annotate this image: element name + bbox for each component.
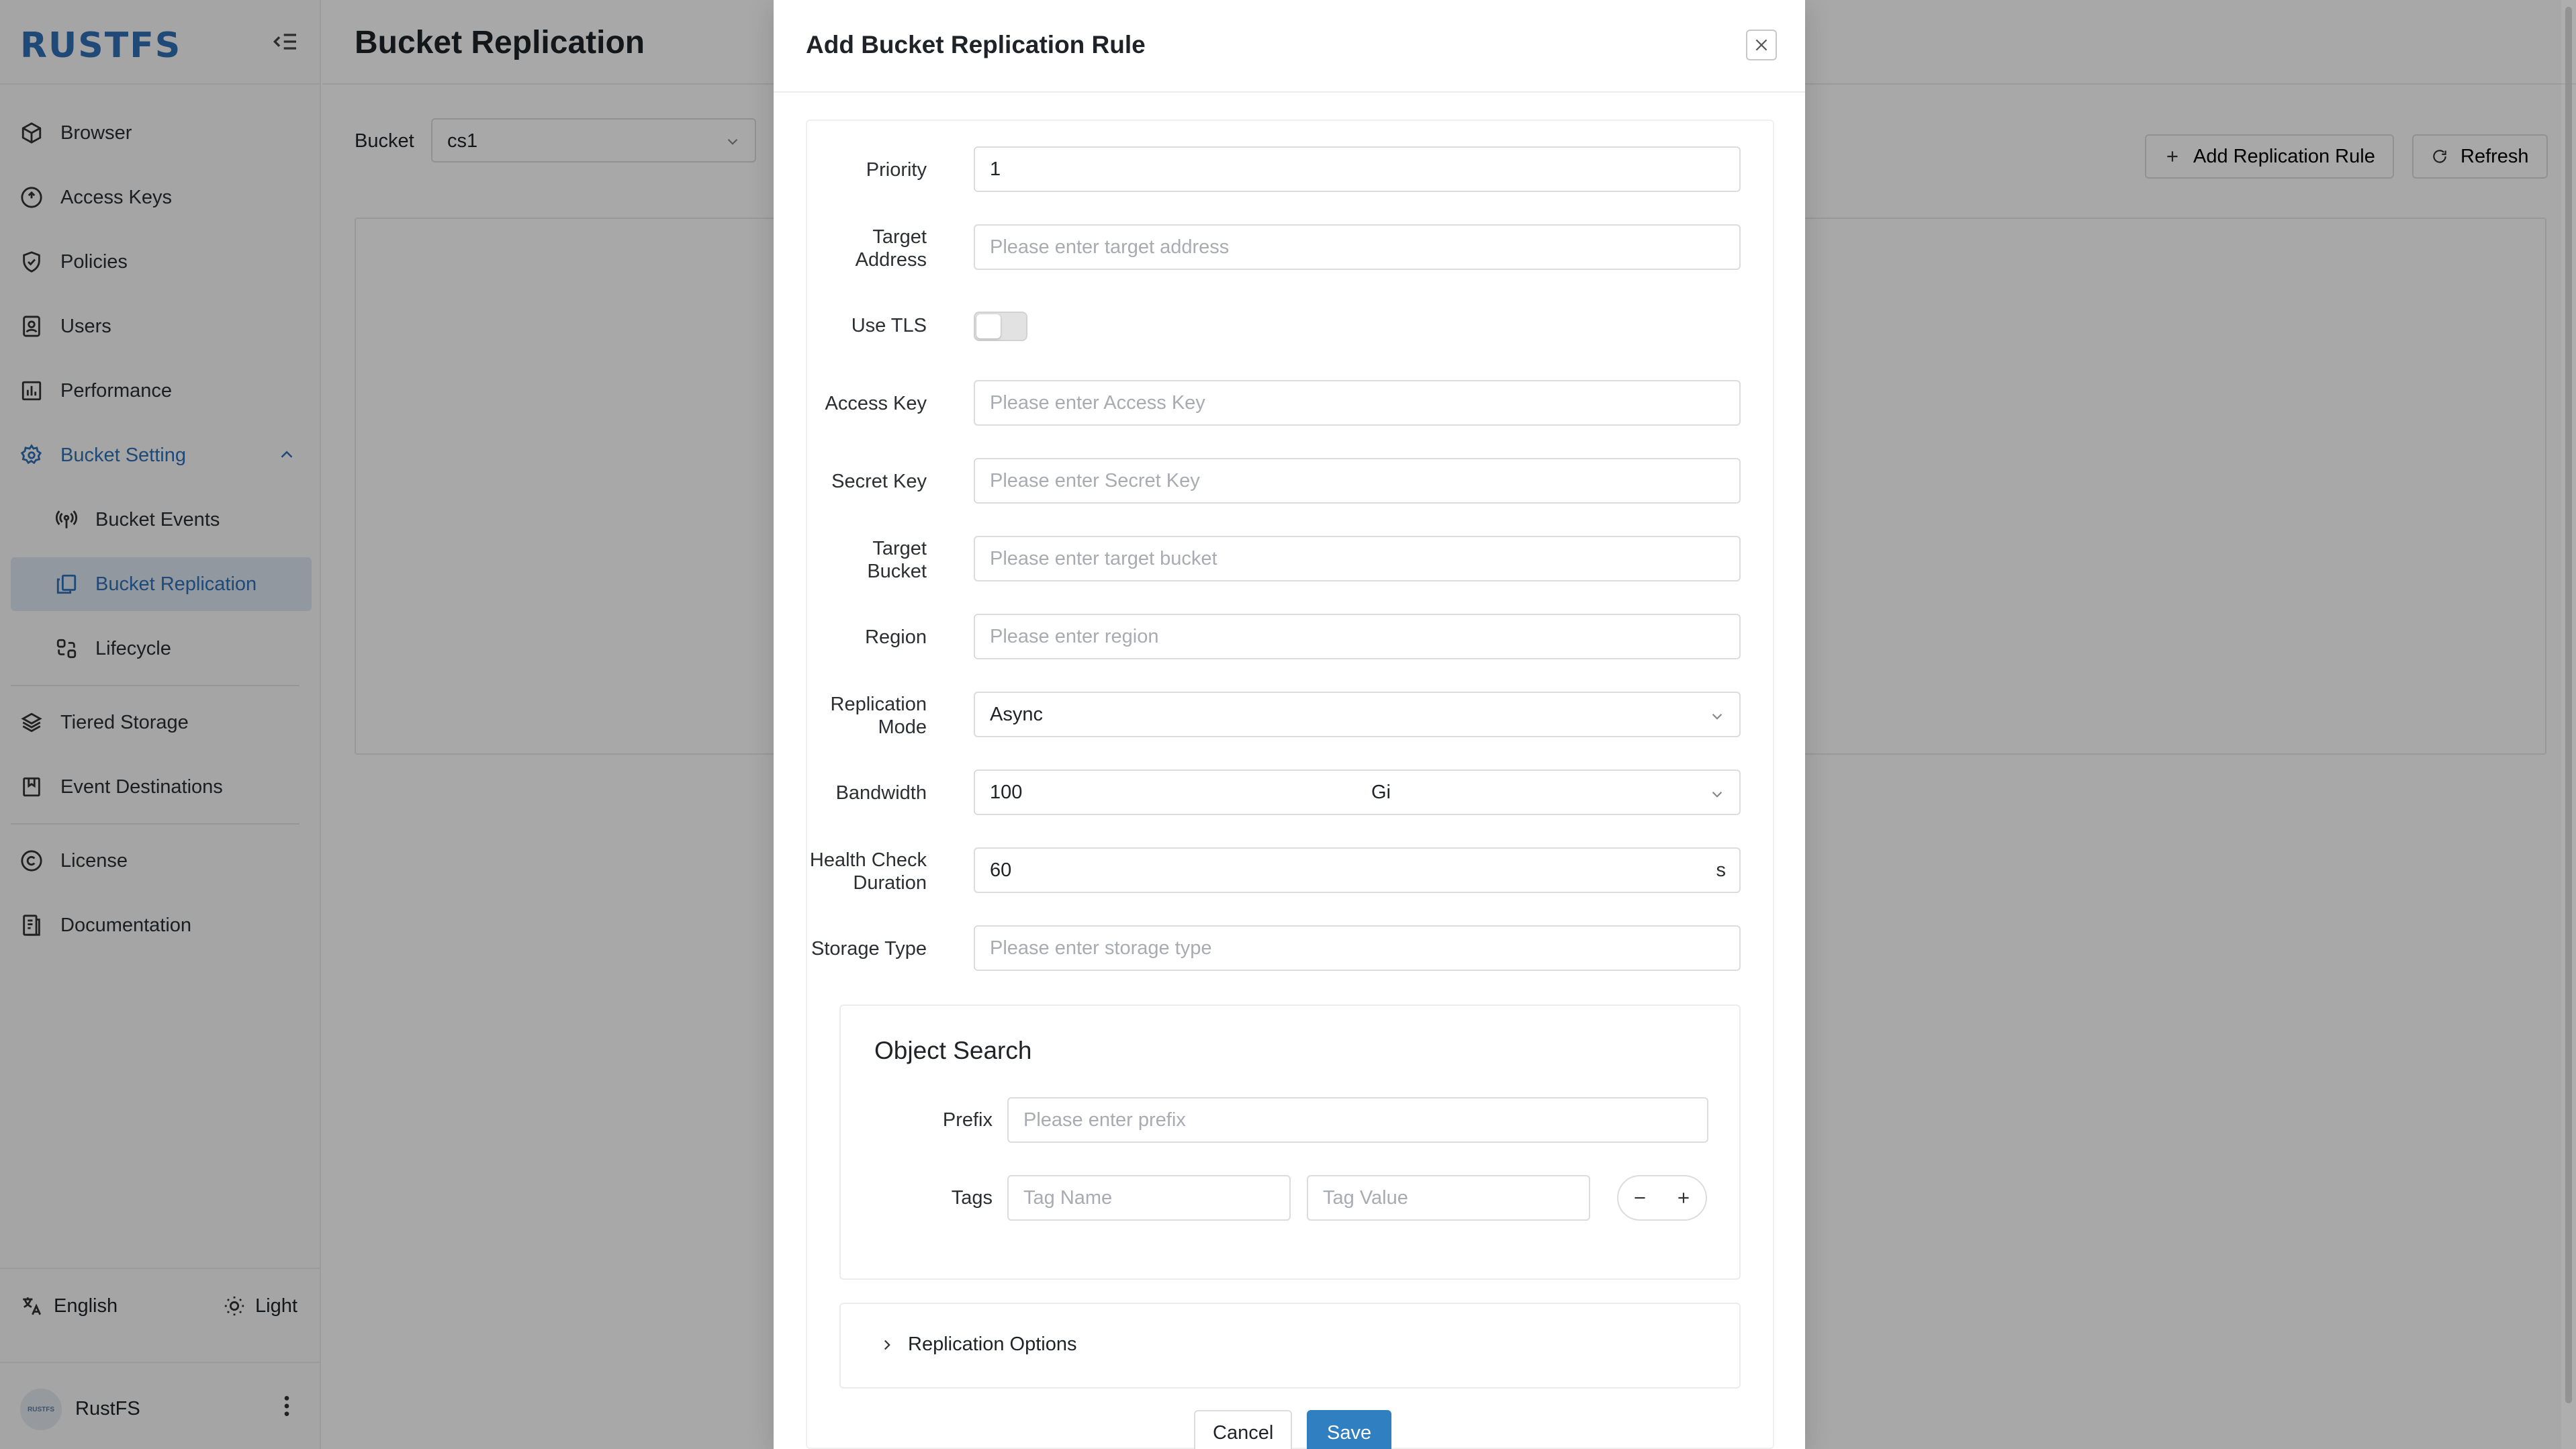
replication-mode-label-line1: Replication <box>830 694 927 715</box>
target-address-label: Target Address <box>856 226 927 271</box>
minus-icon <box>1635 1197 1645 1199</box>
storage-type-label: Storage Type <box>811 938 927 960</box>
chevron-down-icon <box>1708 786 1726 808</box>
page-scrollbar[interactable] <box>2561 0 2576 1449</box>
target-address-label-line2: Address <box>855 249 927 271</box>
plus-icon <box>1678 1193 1689 1203</box>
region-label: Region <box>865 626 927 648</box>
target-bucket-input[interactable] <box>974 536 1741 581</box>
dialog-header: Add Bucket Replication Rule <box>774 0 1805 93</box>
replication-mode-label-line2: Mode <box>878 716 927 738</box>
use-tls-label: Use TLS <box>851 315 927 336</box>
use-tls-switch[interactable] <box>974 312 1027 341</box>
cancel-button[interactable]: Cancel <box>1194 1410 1293 1449</box>
close-button[interactable] <box>1746 30 1777 60</box>
health-check-label: Health Check Duration <box>810 849 927 894</box>
target-address-label-line1: Target <box>872 226 927 248</box>
prefix-label: Prefix <box>942 1109 993 1131</box>
scrollbar-thumb[interactable] <box>2565 7 2572 1403</box>
secret-key-label: Secret Key <box>831 471 927 492</box>
chevron-right-icon <box>884 1340 890 1350</box>
target-bucket-label: Target Bucket <box>867 537 927 583</box>
health-check-field: s <box>974 847 1741 893</box>
tags-label: Tags <box>951 1187 993 1209</box>
save-button[interactable]: Save <box>1307 1410 1392 1449</box>
object-search-title: Object Search <box>874 1037 1032 1064</box>
replication-rule-form: Priority Target Address Use TLS Access K… <box>806 120 1774 1449</box>
dialog-title: Add Bucket Replication Rule <box>806 31 1146 58</box>
bandwidth-unit-value: Gi <box>1371 781 1391 803</box>
replication-options-label: Replication Options <box>908 1334 1077 1355</box>
health-check-input[interactable] <box>974 847 1741 893</box>
priority-label: Priority <box>866 159 927 181</box>
target-bucket-label-line2: Bucket <box>867 561 927 582</box>
add-replication-rule-dialog: Add Bucket Replication Rule Priority Tar… <box>774 0 1805 1449</box>
bandwidth-unit-select[interactable]: Gi <box>1356 769 1741 815</box>
health-check-suffix: s <box>1716 859 1727 881</box>
close-icon <box>1755 39 1767 51</box>
replication-options-toggle[interactable]: Replication Options <box>878 1334 1076 1356</box>
switch-knob <box>976 314 1001 338</box>
access-key-label: Access Key <box>825 393 927 414</box>
add-tag-button[interactable] <box>1661 1175 1707 1221</box>
chevron-down-icon <box>1708 708 1726 731</box>
tag-value-input[interactable] <box>1307 1175 1590 1221</box>
replication-options-section[interactable]: Replication Options <box>839 1303 1741 1389</box>
access-key-input[interactable] <box>974 380 1741 426</box>
tag-name-input[interactable] <box>1007 1175 1291 1221</box>
bandwidth-label: Bandwidth <box>835 782 927 804</box>
prefix-input[interactable] <box>1007 1097 1708 1143</box>
health-check-label-line2: Duration <box>853 872 927 894</box>
region-input[interactable] <box>974 614 1741 659</box>
target-address-input[interactable] <box>974 224 1741 270</box>
replication-mode-select[interactable]: Async <box>974 692 1741 737</box>
remove-tag-button[interactable] <box>1617 1175 1663 1221</box>
health-check-label-line1: Health Check <box>809 849 927 871</box>
priority-input[interactable] <box>974 146 1741 192</box>
replication-mode-value: Async <box>990 703 1043 725</box>
replication-mode-label: Replication Mode <box>831 693 927 739</box>
bandwidth-input[interactable] <box>974 769 1358 815</box>
secret-key-input[interactable] <box>974 458 1741 504</box>
storage-type-input[interactable] <box>974 925 1741 971</box>
object-search-section: Object Search Prefix Tags <box>839 1004 1741 1280</box>
target-bucket-label-line1: Target <box>872 538 927 559</box>
